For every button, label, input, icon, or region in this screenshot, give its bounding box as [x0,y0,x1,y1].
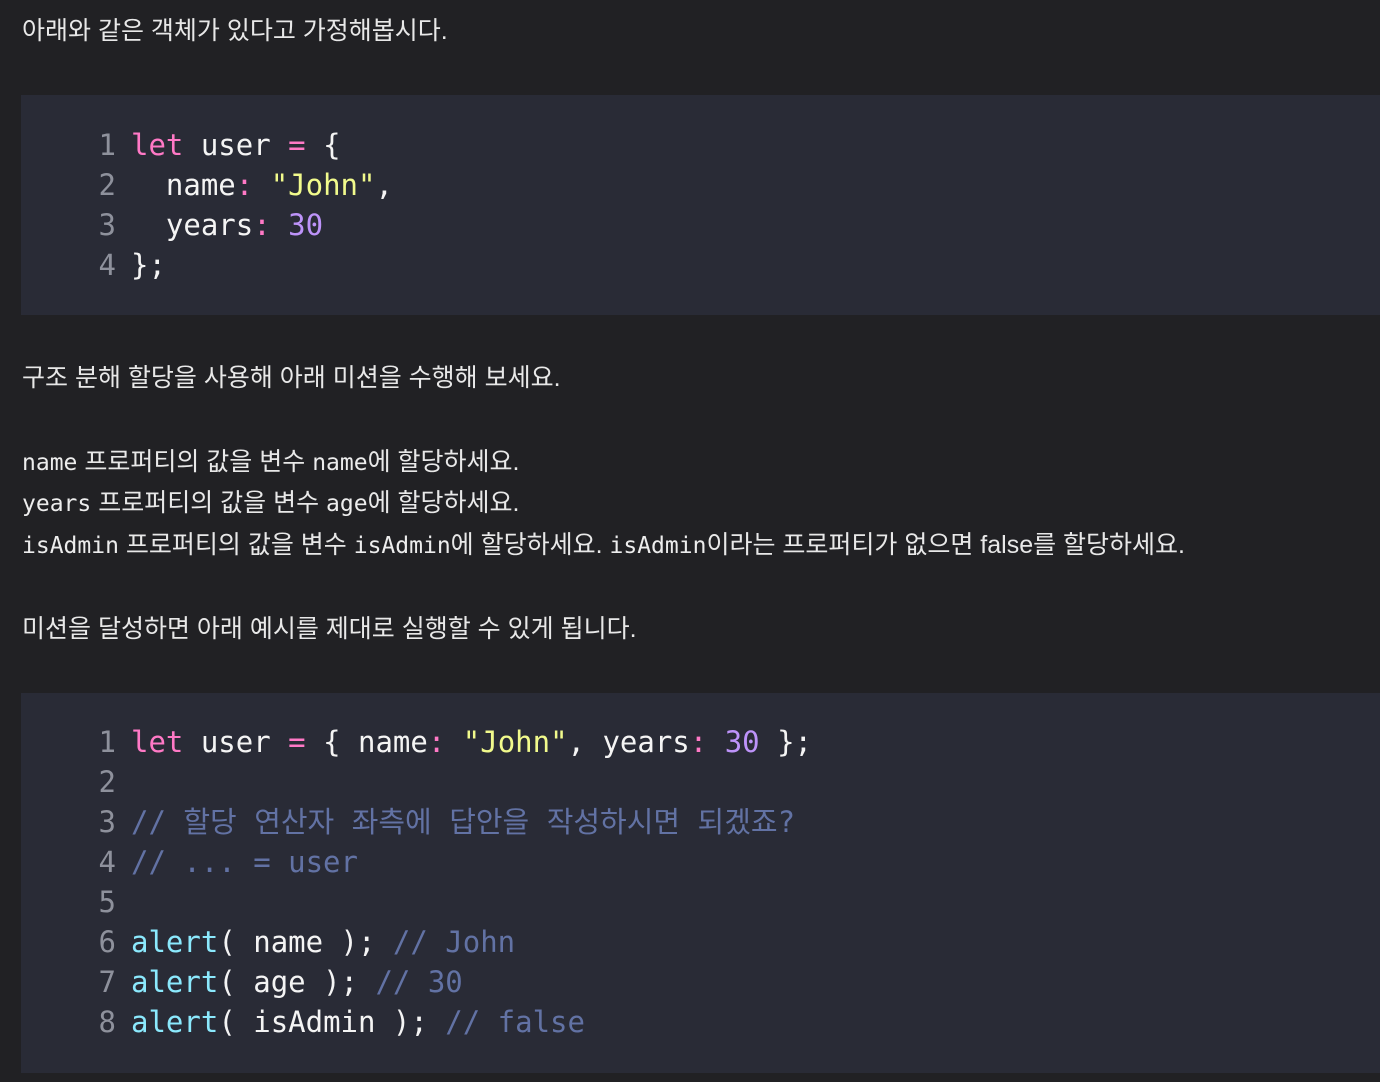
inline-code: name [22,450,78,476]
code-text: let user = { [131,125,341,165]
code-text: alert( age ); // 30 [131,962,463,1002]
line-number: 2 [98,168,116,202]
code-token: : [253,208,271,242]
code-block-object: 1 let user = {2 name: "John", 3 years: 30 4… [21,95,1380,315]
task-item: name 프로퍼티의 값을 변수 name에 할당하세요. [22,442,519,484]
code-token: , [375,168,393,202]
task-text: 이라는 프로퍼티가 없으면 false를 할당하세요. [706,531,1185,559]
line-number: 4 [98,248,116,282]
outro-paragraph: 미션을 달성하면 아래 예시를 제대로 실행할 수 있게 됩니다. [22,615,637,643]
line-number: 4 [98,845,116,879]
line-number: 3 [98,208,116,242]
code-text: // 할당 연산자 좌측에 답안을 작성하시면 되겠죠? [131,802,795,842]
code-token: { name [305,725,428,759]
code-text: alert( name ); // John [131,922,515,962]
intro-paragraph: 아래와 같은 객체가 있다고 가정해봅시다. [22,17,448,45]
code-text: name: "John", [131,165,393,205]
code-token: "John" [270,168,376,202]
code-token: // 30 [375,965,463,999]
inline-code: isAdmin [609,533,707,559]
code-token: user [183,128,289,162]
code-text: }; [131,245,166,285]
code-token: years [131,208,254,242]
code-text: let user = { name: "John", years: 30 }; [131,722,812,762]
code-token: ( name ); [218,925,393,959]
task-intro-paragraph: 구조 분해 할당을 사용해 아래 미션을 수행해 보세요. [22,364,561,392]
task-text: 프로퍼티의 값을 변수 [118,531,354,559]
code-token: alert [131,965,219,999]
code-token: { [305,128,341,162]
code-token: alert [131,925,219,959]
code-text: alert( isAdmin ); // false [131,1002,585,1042]
code-token: user [183,725,289,759]
code-token: : [689,725,708,759]
code-token: : [427,725,446,759]
code-token: 30 [288,208,324,242]
line-number: 1 [98,128,116,162]
code-token: }; [131,248,166,282]
code-token: "John" [462,725,568,759]
code-token: alert [131,1005,219,1039]
code-text: // ... = user [131,842,358,882]
line-number: 3 [98,805,116,839]
code-block-example: 1 let user = { name: "John", years: 30 };… [21,693,1380,1073]
line-number: 6 [98,925,116,959]
inline-code: years [22,491,92,517]
code-token: // ... = user [131,845,358,879]
task-text: 에 할당하세요. [367,489,520,517]
code-token: ( age ); [218,965,376,999]
task-text: 프로퍼티의 값을 변수 [77,448,313,476]
task-text: 에 할당하세요. [450,531,610,559]
inline-code: name [312,450,368,476]
task-text: 에 할당하세요. [367,448,520,476]
code-token: = [288,128,306,162]
code-token: 30 [724,725,760,759]
code-token: let [131,128,184,162]
code-token: // 할당 연산자 좌측에 답안을 작성하시면 되겠죠? [131,805,796,839]
code-token: }; [759,725,813,759]
code-text: years: 30 [131,205,323,245]
inline-code: isAdmin [22,533,119,559]
code-token: name [131,168,236,202]
inline-code: isAdmin [353,533,451,559]
code-token: let [131,725,184,759]
task-item: isAdmin 프로퍼티의 값을 변수 isAdmin에 할당하세요. isAd… [22,525,1185,567]
line-number: 2 [98,765,116,799]
code-token: = [288,725,306,759]
line-number: 5 [98,885,116,919]
task-item: years 프로퍼티의 값을 변수 age에 할당하세요. [22,483,520,525]
code-token: // John [392,925,516,959]
code-token: : [235,168,254,202]
line-number: 8 [98,1005,116,1039]
code-token: , years [567,725,690,759]
inline-code: age [326,491,368,517]
line-number: 7 [98,965,116,999]
task-text: 프로퍼티의 값을 변수 [91,489,327,517]
line-number: 1 [98,725,116,759]
code-token: ( isAdmin ); [218,1005,446,1039]
code-token: // false [445,1005,585,1039]
